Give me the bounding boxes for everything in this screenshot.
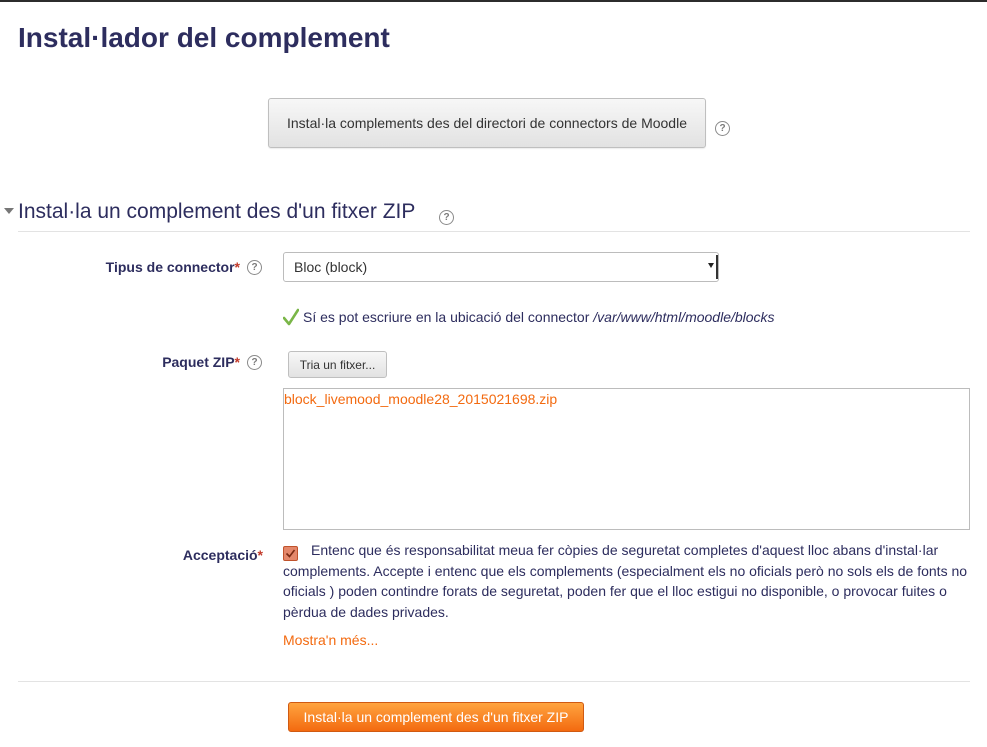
acknowledgement-text: Entenc que és responsabilitat meua fer c… — [283, 542, 968, 620]
file-drop-area[interactable]: block_livemood_moodle28_2015021698.zip — [283, 388, 970, 530]
page-title: Instal·lador del complement — [18, 22, 390, 53]
plugin-type-label: Tipus de connector* — [60, 259, 240, 275]
triangle-down-icon[interactable] — [4, 208, 14, 214]
install-from-directory-button[interactable]: Instal·la complements des del directori … — [268, 98, 706, 148]
checkmark-icon — [283, 308, 299, 326]
write-status-message: Sí es pot escriure en la ubicació del co… — [303, 309, 775, 325]
plugin-type-label-text: Tipus de connector — [105, 259, 235, 275]
acknowledgement-label: Acceptació* — [80, 547, 263, 563]
select-border-edge — [716, 255, 718, 279]
chevron-down-icon[interactable] — [708, 263, 714, 268]
help-icon[interactable]: ? — [247, 355, 262, 370]
help-icon[interactable]: ? — [247, 260, 262, 275]
zip-package-label-text: Paquet ZIP — [162, 354, 235, 370]
required-marker: * — [234, 354, 240, 370]
show-more-link[interactable]: Mostra'n més... — [283, 632, 378, 648]
section-title-zip[interactable]: Instal·la un complement des d'un fitxer … — [18, 200, 415, 224]
plugin-type-selected-value: Bloc (block) — [294, 259, 368, 275]
required-marker: * — [234, 259, 240, 275]
acknowledgement-label-text: Acceptació — [182, 547, 258, 563]
plugin-path: /var/www/html/moodle/blocks — [593, 309, 775, 325]
plugin-type-select[interactable]: Bloc (block) — [283, 252, 719, 282]
acknowledgement-checkbox[interactable] — [283, 546, 298, 561]
zip-package-label: Paquet ZIP* — [60, 354, 240, 370]
help-icon[interactable]: ? — [715, 121, 730, 136]
write-status-text: Sí es pot escriure en la ubicació del co… — [303, 309, 590, 325]
choose-file-button[interactable]: Tria un fitxer... — [288, 351, 387, 378]
install-zip-submit-button[interactable]: Instal·la un complement des d'un fitxer … — [288, 702, 584, 732]
required-marker: * — [257, 547, 263, 563]
footer-divider — [18, 681, 970, 682]
top-border — [0, 0, 987, 2]
help-icon[interactable]: ? — [439, 210, 454, 225]
checkbox-check-icon — [285, 549, 296, 558]
selected-file-name[interactable]: block_livemood_moodle28_2015021698.zip — [284, 391, 557, 407]
section-divider — [18, 231, 970, 232]
